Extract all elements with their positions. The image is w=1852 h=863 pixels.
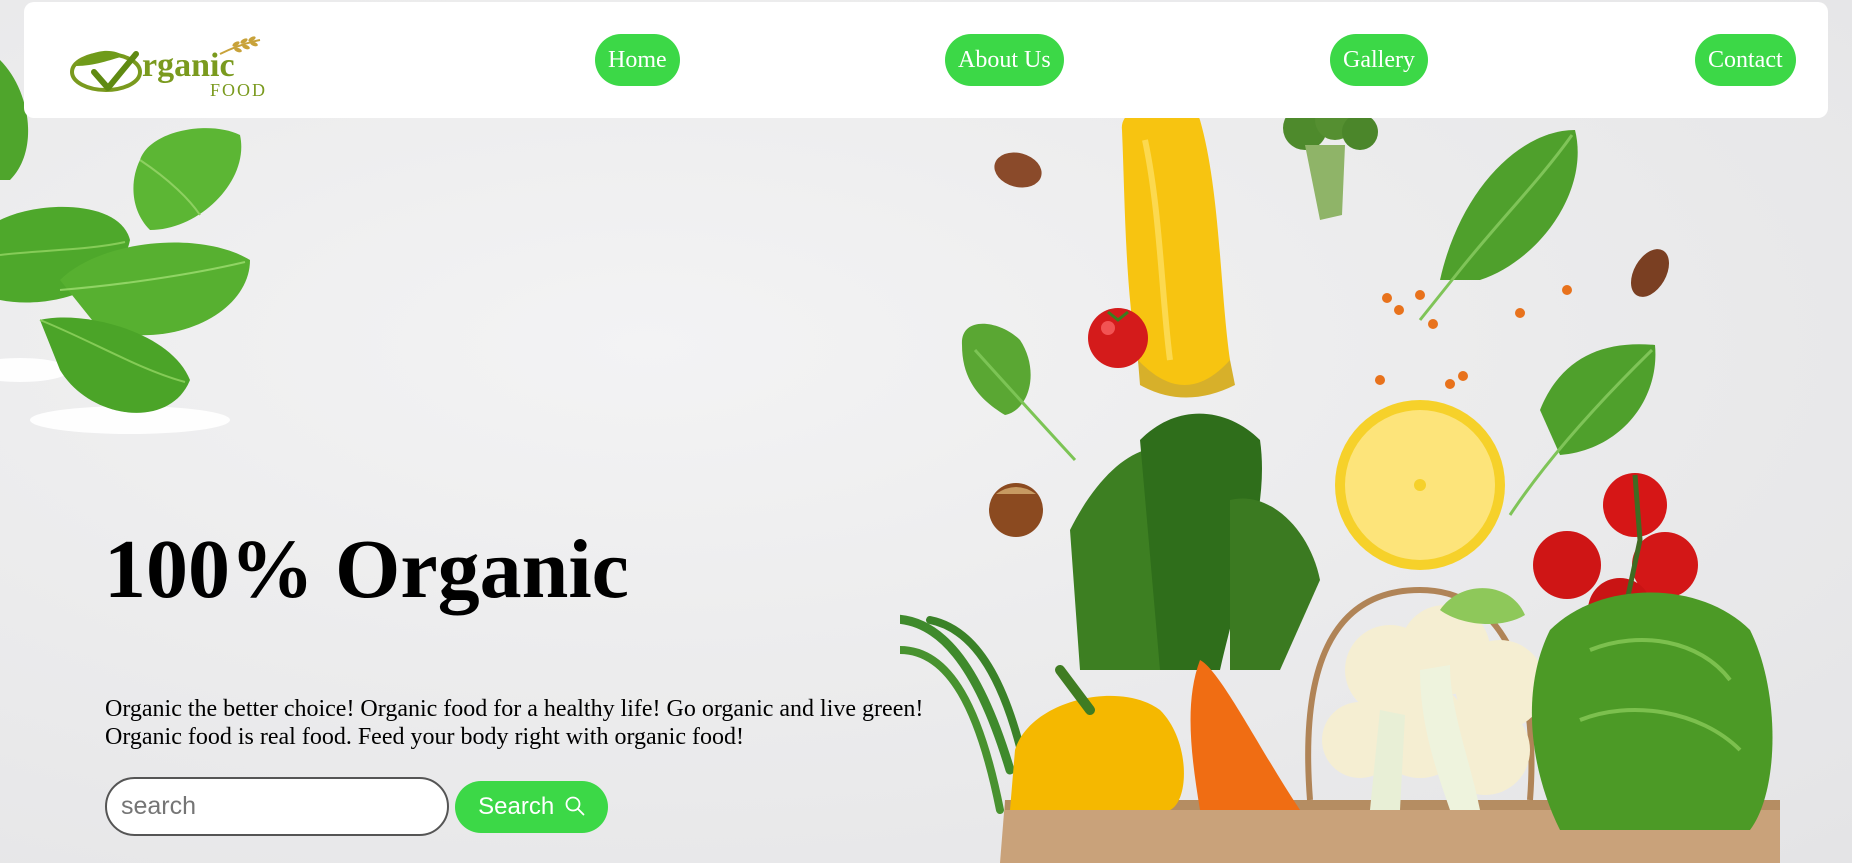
site-header: rganic FOOD Home About Us Gallery Contac… xyxy=(24,2,1828,118)
vegetables-bag-image xyxy=(900,110,1780,863)
nav-about-us-button[interactable]: About Us xyxy=(945,34,1064,86)
search-input[interactable] xyxy=(105,777,449,836)
organic-food-logo[interactable]: rganic FOOD xyxy=(70,32,320,102)
nav-home-button[interactable]: Home xyxy=(595,34,680,86)
hero-description-line-1: Organic the better choice! Organic food … xyxy=(105,696,924,722)
magnifier-icon xyxy=(565,796,585,816)
logo-word: rganic xyxy=(142,47,235,84)
logo-graphic: rganic FOOD xyxy=(70,36,267,100)
hero-description: Organic the better choice! Organic food … xyxy=(105,695,985,751)
nav-contact-button[interactable]: Contact xyxy=(1695,34,1796,86)
hero-title: 100% Organic xyxy=(104,523,629,616)
hero-description-line-2: Organic food is real food. Feed your bod… xyxy=(105,724,744,750)
search-button-label: Search xyxy=(478,793,555,820)
page: rganic FOOD Home About Us Gallery Contac… xyxy=(0,0,1852,863)
search-button[interactable]: Search xyxy=(455,781,608,833)
nav-gallery-button[interactable]: Gallery xyxy=(1330,34,1428,86)
logo-sub: FOOD xyxy=(210,80,267,100)
